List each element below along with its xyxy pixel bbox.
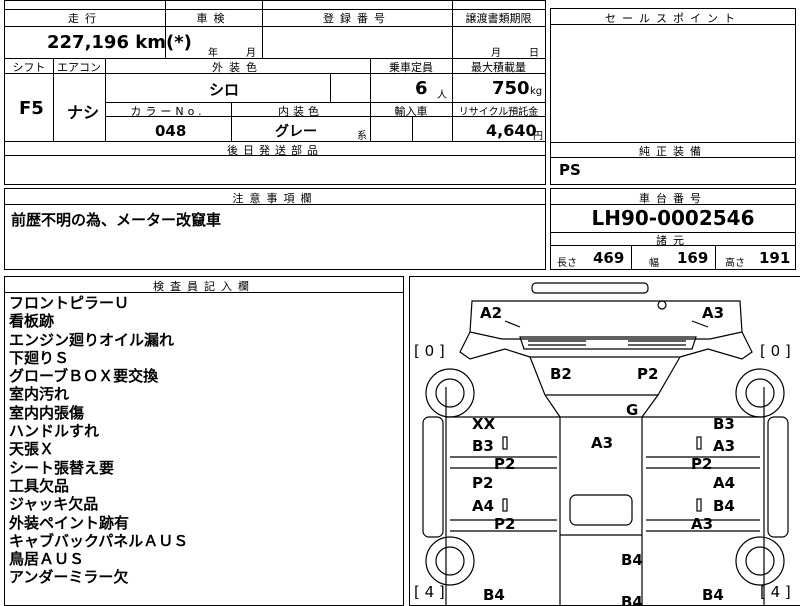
code-a4-right: A4 [713, 474, 736, 492]
width-value: 169 [677, 249, 709, 267]
load-value: 750 [492, 78, 530, 99]
load-unit: kg [530, 86, 543, 97]
code-p2-left-3: P2 [494, 515, 516, 533]
length-value: 469 [593, 249, 625, 267]
list-item: 室内内張傷 [9, 403, 85, 422]
code-a3-top: A3 [702, 304, 725, 322]
interior-value: グレー [275, 124, 317, 140]
inspection-header: 車検 [196, 12, 231, 25]
list-item: 室内汚れ [9, 385, 70, 404]
code-b3-right: B3 [713, 415, 735, 433]
notes-header: 注意事項欄 [232, 192, 318, 205]
list-item: ハンドルすれ [9, 422, 100, 441]
capacity-value: 6 [415, 78, 428, 99]
transfer-month: 月 [491, 48, 501, 59]
shift-value: F5 [19, 98, 44, 119]
code-p2-left-1: P2 [494, 455, 516, 473]
tire-rear-left: [ 4 ] [414, 583, 445, 601]
sales-point-box: セールスポイント 純正装備 PS [550, 8, 796, 185]
capacity-header: 乗車定員 [389, 61, 433, 74]
later-parts-header: 後日発送部品 [227, 144, 323, 157]
code-b4-bottom-left: B4 [483, 586, 505, 604]
code-p2-left-2: P2 [472, 474, 494, 492]
recycle-header: リサイクル預託金 [458, 107, 539, 118]
chassis-header: 車台番号 [639, 192, 707, 205]
list-item: ジャッキ欠品 [9, 495, 99, 514]
colorno-value: 048 [155, 122, 187, 140]
recycle-unit: 円 [533, 131, 543, 142]
width-label: 幅 [649, 258, 659, 269]
transfer-header: 譲渡書類期限 [465, 12, 532, 25]
list-item: シート張替え要 [9, 458, 115, 477]
code-a3-right-2: A3 [691, 515, 714, 533]
notes-value: 前歴不明の為、メーター改竄車 [11, 211, 222, 229]
code-p2-roof: P2 [637, 365, 659, 383]
transfer-day: 日 [529, 48, 539, 59]
code-xx: XX [472, 415, 496, 433]
top-form: 走行 車検 登録番号 譲渡書類期限 227,196 km(*) 年 月 月 日 … [4, 0, 546, 185]
mileage-header: 走行 [68, 12, 102, 25]
genuine-value: PS [559, 161, 581, 179]
color-value: シロ [209, 81, 240, 99]
list-item: キャブバックパネルＡＵＳ [9, 531, 189, 550]
load-header: 最大積載量 [471, 61, 526, 74]
interior-header: 内装色 [278, 105, 323, 118]
list-item: エンジン廻りオイル漏れ [9, 330, 175, 349]
shift-header: シフト [12, 61, 46, 74]
code-a2: A2 [480, 304, 503, 322]
month-label: 月 [246, 48, 256, 59]
ac-value: ナシ [67, 103, 100, 122]
list-item: フロントピラーＵ [9, 294, 130, 312]
list-item: 鳥居ＡＵＳ [9, 550, 85, 569]
list-item: アンダーミラー欠 [9, 568, 129, 587]
inspector-box: 検査員記入欄 フロントピラーＵ 看板跡 エンジン廻りオイル漏れ 下廻りＳ グロー… [4, 276, 404, 606]
code-a4-left: A4 [472, 497, 495, 515]
code-b3-left: B3 [472, 437, 494, 455]
ac-header: エアコン [57, 61, 101, 74]
tire-rear-right: [ 4 ] [760, 583, 791, 601]
height-value: 191 [759, 249, 791, 267]
code-b2: B2 [550, 365, 572, 383]
sales-header: セールスポイント [605, 12, 741, 25]
interior-suffix: 系 [357, 131, 367, 142]
code-b4-bottom-right: B4 [702, 586, 724, 604]
inspector-list: フロントピラーＵ 看板跡 エンジン廻りオイル漏れ 下廻りＳ グローブＢＯＸ要交換… [9, 294, 188, 587]
code-a3-right-1: A3 [713, 437, 736, 455]
code-g: G [626, 401, 639, 419]
registration-header: 登録番号 [323, 12, 391, 25]
length-label: 長さ [557, 258, 577, 269]
recycle-value: 4,640 [486, 121, 537, 140]
notes-box: 注意事項欄 前歴不明の為、メーター改竄車 [4, 188, 546, 270]
chassis-box: 車台番号 LH90-0002546 諸元 長さ 469 幅 169 高さ 191 [550, 188, 796, 270]
damage-diagram: [ 0 ] [ 0 ] [ 4 ] [ 4 ] A2 A3 B2 P2 G XX… [409, 276, 800, 606]
year-label: 年 [208, 48, 218, 59]
genuine-header: 純正装備 [639, 145, 707, 158]
spec-header: 諸元 [656, 234, 690, 247]
chassis-value: LH90-0002546 [591, 206, 755, 230]
import-header: 輸入車 [394, 105, 428, 118]
tire-front-left: [ 0 ] [414, 342, 445, 360]
list-item: 工具欠品 [9, 476, 70, 495]
inspector-header: 検査員記入欄 [153, 280, 255, 293]
tire-front-right: [ 0 ] [760, 342, 791, 360]
code-b4-right: B4 [713, 497, 735, 515]
list-item: 外装ペイント跡有 [9, 513, 130, 532]
list-item: 看板跡 [9, 312, 55, 331]
code-b4-center: B4 [621, 551, 643, 569]
list-item: 天張Ｘ [9, 440, 55, 459]
mileage-value: 227,196 km(*) [47, 32, 192, 53]
height-label: 高さ [725, 258, 745, 269]
list-item: グローブＢＯＸ要交換 [9, 367, 159, 386]
code-a3-center: A3 [591, 434, 614, 452]
code-p2-right: P2 [691, 455, 713, 473]
colorno-header: カラーNo. [130, 105, 206, 118]
list-item: 下廻りＳ [9, 348, 70, 367]
capacity-unit: 人 [437, 90, 447, 101]
